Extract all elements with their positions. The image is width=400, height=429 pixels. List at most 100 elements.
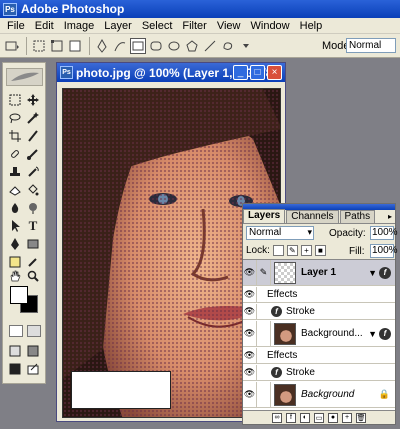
separator xyxy=(89,36,90,55)
effects-row[interactable]: 👁 Effects xyxy=(243,348,395,364)
menu-layer[interactable]: Layer xyxy=(99,20,137,32)
lock-image-icon[interactable]: ✎ xyxy=(286,245,298,256)
effects-arrow-icon[interactable]: ▼ xyxy=(368,268,377,278)
blend-row: Normal Opacity: 100% xyxy=(243,224,398,242)
path-mode-shape-layers-icon[interactable] xyxy=(31,38,47,54)
new-adjustment-layer-icon[interactable]: ● xyxy=(328,412,338,423)
white-rectangle-shape[interactable] xyxy=(71,371,171,409)
menu-edit[interactable]: Edit xyxy=(30,20,59,32)
fill-input[interactable]: 100% xyxy=(370,244,398,258)
menu-help[interactable]: Help xyxy=(295,20,328,32)
jump-to-imageready-icon[interactable] xyxy=(25,361,41,377)
tool-preset-icon[interactable] xyxy=(4,38,20,54)
lock-transparency-icon[interactable] xyxy=(272,245,284,256)
effects-visibility-icon[interactable]: 👁 xyxy=(243,348,257,363)
effects-row[interactable]: 👁 Effects xyxy=(243,287,395,303)
visibility-eye-icon[interactable]: 👁 xyxy=(243,321,257,346)
layer-thumbnail xyxy=(274,261,296,284)
screen-mode-standard-icon[interactable] xyxy=(7,343,23,359)
effects-arrow-icon[interactable]: ▼ xyxy=(368,329,377,339)
stroke-visibility-icon[interactable]: 👁 xyxy=(243,304,257,319)
opacity-input[interactable]: 100% xyxy=(370,226,398,240)
menu-image[interactable]: Image xyxy=(59,20,100,32)
rectangle-tool-icon[interactable] xyxy=(25,236,41,252)
blend-mode-select[interactable]: Normal xyxy=(246,226,314,240)
type-tool-icon[interactable]: T xyxy=(25,218,41,234)
magic-wand-icon[interactable] xyxy=(25,110,41,126)
ellipse-icon[interactable] xyxy=(166,38,182,54)
layer-effects-icon[interactable]: f xyxy=(379,327,391,340)
layer-row-background-copy[interactable]: 👁 Background... ▼ f xyxy=(243,321,395,347)
lock-position-icon[interactable]: + xyxy=(300,245,312,256)
stroke-visibility-icon[interactable]: 👁 xyxy=(243,365,257,380)
lock-all-icon[interactable]: ■ xyxy=(314,245,326,256)
brush-link-icon[interactable]: ✎ xyxy=(257,260,271,285)
lasso-tool-icon[interactable] xyxy=(7,110,23,126)
stroke-effect-row[interactable]: 👁 f Stroke xyxy=(243,304,395,320)
tab-paths[interactable]: Paths xyxy=(339,210,376,223)
standard-mode-icon[interactable] xyxy=(9,325,23,337)
screen-mode-black-icon[interactable] xyxy=(7,361,23,377)
healing-brush-icon[interactable] xyxy=(7,146,23,162)
crop-tool-icon[interactable] xyxy=(7,128,23,144)
maximize-button[interactable]: □ xyxy=(250,65,265,80)
eraser-tool-icon[interactable] xyxy=(7,182,23,198)
palette-menu-icon[interactable]: ▸ xyxy=(388,212,392,221)
rounded-rectangle-icon[interactable] xyxy=(148,38,164,54)
foreground-color-swatch[interactable] xyxy=(10,286,28,304)
freeform-pen-icon[interactable] xyxy=(112,38,128,54)
screen-mode-full-icon[interactable] xyxy=(25,343,41,359)
paint-bucket-icon[interactable] xyxy=(25,182,41,198)
layer-effects-icon[interactable]: f xyxy=(379,266,391,279)
rectangle-shape-icon[interactable] xyxy=(130,37,146,54)
dropdown-arrow-icon[interactable] xyxy=(238,38,254,54)
menu-select[interactable]: Select xyxy=(137,20,178,32)
delete-layer-icon[interactable]: 🗑 xyxy=(356,412,366,423)
path-selection-icon[interactable] xyxy=(7,218,23,234)
zoom-tool-icon[interactable] xyxy=(25,268,41,284)
menu-filter[interactable]: Filter xyxy=(177,20,211,32)
blur-tool-icon[interactable] xyxy=(7,200,23,216)
menu-view[interactable]: View xyxy=(212,20,246,32)
effects-visibility-icon[interactable]: 👁 xyxy=(243,287,257,302)
quick-mask-icon[interactable] xyxy=(27,325,41,337)
slice-tool-icon[interactable] xyxy=(25,128,41,144)
path-mode-paths-icon[interactable] xyxy=(49,38,65,54)
dodge-tool-icon[interactable] xyxy=(25,200,41,216)
hand-tool-icon[interactable] xyxy=(7,268,23,284)
line-icon[interactable] xyxy=(202,38,218,54)
pen-tool-icon[interactable] xyxy=(94,38,110,54)
document-title-bar[interactable]: Ps photo.jpg @ 100% (Layer 1, RGB/8) _ □… xyxy=(57,63,285,82)
custom-shape-icon[interactable] xyxy=(220,38,236,54)
stroke-effect-row[interactable]: 👁 f Stroke xyxy=(243,365,395,381)
menu-file[interactable]: File xyxy=(2,20,30,32)
app-title: Adobe Photoshop xyxy=(21,2,125,16)
new-group-icon[interactable]: ▭ xyxy=(314,412,324,423)
history-brush-icon[interactable] xyxy=(25,164,41,180)
move-tool-icon[interactable] xyxy=(25,92,41,108)
polygon-icon[interactable] xyxy=(184,38,200,54)
layer-row-background[interactable]: 👁 Background 🔒 xyxy=(243,382,395,408)
add-mask-icon[interactable]: ◐ xyxy=(300,412,310,423)
visibility-eye-icon[interactable]: 👁 xyxy=(243,260,257,285)
menu-window[interactable]: Window xyxy=(246,20,295,32)
minimize-button[interactable]: _ xyxy=(233,65,248,80)
brush-tool-icon[interactable] xyxy=(25,146,41,162)
visibility-eye-icon[interactable]: 👁 xyxy=(243,382,257,407)
close-button[interactable]: × xyxy=(267,65,282,80)
pen-tool-icon[interactable] xyxy=(7,236,23,252)
app-title-bar: Ps Adobe Photoshop xyxy=(0,0,400,18)
new-layer-icon[interactable]: + xyxy=(342,412,352,423)
link-slot-icon[interactable] xyxy=(257,382,271,407)
mode-select[interactable]: Normal xyxy=(346,38,396,53)
link-slot-icon[interactable] xyxy=(257,321,271,346)
clone-stamp-icon[interactable] xyxy=(7,164,23,180)
tab-channels[interactable]: Channels xyxy=(286,210,339,223)
add-layer-style-icon[interactable]: f xyxy=(286,412,296,423)
layer-row-layer1[interactable]: 👁 ✎ Layer 1 ▼ f xyxy=(243,260,395,286)
fill-pixels-icon[interactable] xyxy=(67,38,83,54)
marquee-tool-icon[interactable] xyxy=(7,92,23,108)
link-layers-icon[interactable]: ∞ xyxy=(272,412,282,423)
fill-label: Fill: xyxy=(349,246,365,257)
tab-layers[interactable]: Layers xyxy=(243,209,286,223)
